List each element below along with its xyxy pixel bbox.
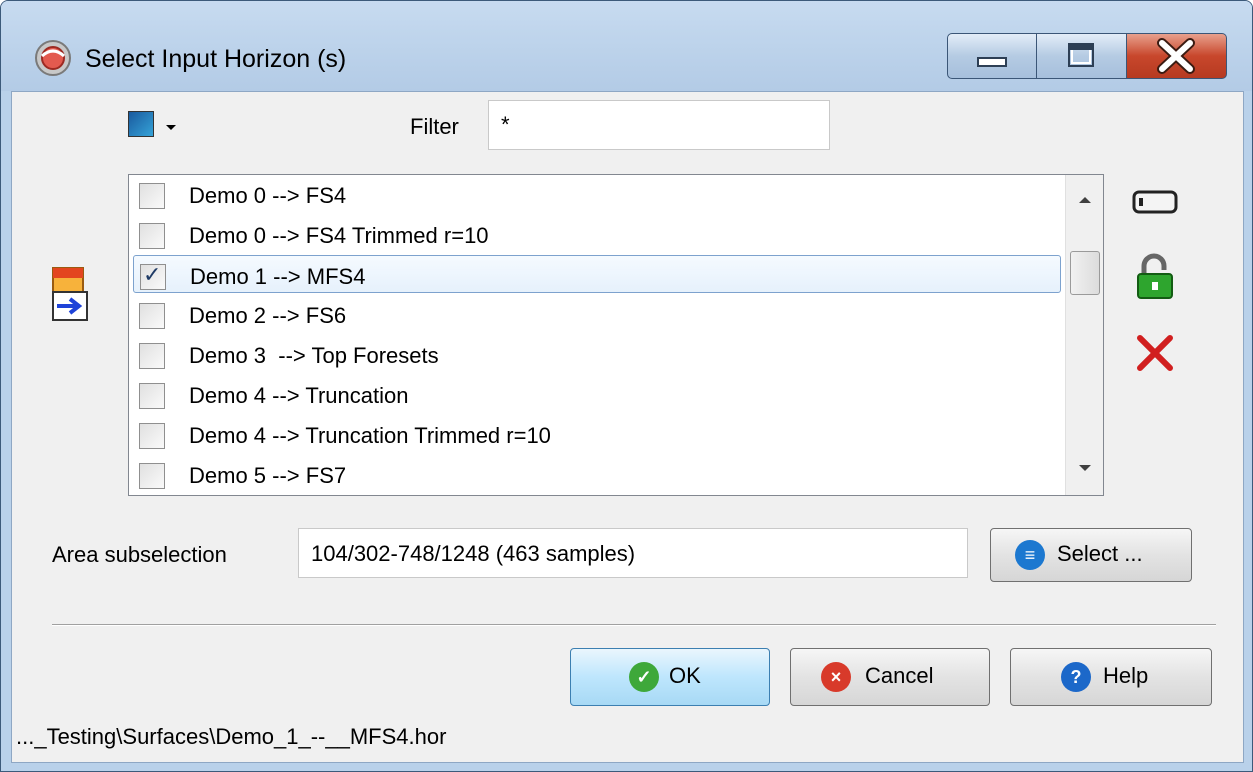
horizon-list[interactable]: Demo 0 --> FS4 Demo 0 --> FS4 Trimmed r=… (128, 174, 1104, 496)
list-item[interactable]: Demo 5 --> FS7 (133, 455, 1061, 493)
color-picker-button[interactable] (126, 107, 186, 141)
area-subselection-label: Area subselection (52, 542, 227, 567)
item-checkbox[interactable] (139, 343, 165, 369)
list-item-label: Demo 0 --> FS4 (189, 183, 347, 208)
list-item[interactable]: Demo 3 --> Top Foresets (133, 335, 1061, 373)
scroll-up-icon[interactable] (1079, 197, 1091, 203)
vertical-scrollbar[interactable] (1065, 175, 1103, 495)
cancel-button[interactable]: × Cancel (790, 648, 990, 706)
title-bar: Select Input Horizon (s) (1, 1, 1252, 91)
dropdown-arrow-icon (166, 125, 176, 130)
item-checkbox[interactable] (139, 223, 165, 249)
list-item-label: Demo 0 --> FS4 Trimmed r=10 (189, 223, 489, 248)
select-area-button[interactable]: ≡ Select ... (990, 528, 1192, 582)
area-subselection-field[interactable]: 104/302-748/1248 (463 samples) (298, 528, 968, 578)
item-checkbox[interactable] (139, 383, 165, 409)
item-checkbox[interactable] (139, 303, 165, 329)
select-area-label: Select ... (1057, 541, 1143, 566)
cancel-label: Cancel (865, 663, 934, 688)
ok-button[interactable]: ✓ OK (570, 648, 770, 706)
cancel-x-icon: × (821, 662, 851, 692)
list-item[interactable]: Demo 0 --> FS4 Trimmed r=10 (133, 215, 1061, 253)
ok-check-icon: ✓ (629, 662, 659, 692)
item-checkbox[interactable] (139, 423, 165, 449)
filter-label: Filter (410, 114, 459, 139)
maximize-button[interactable] (1037, 33, 1127, 79)
help-question-icon: ? (1061, 662, 1091, 692)
check-icon: ✓ (143, 262, 162, 287)
dialog-client-area: Filter Demo 0 --> FS4 Demo 0 --> FS4 Tri… (11, 91, 1244, 763)
import-horizon-icon[interactable] (52, 262, 88, 322)
select-all-icon[interactable] (1130, 178, 1180, 228)
scroll-thumb[interactable] (1070, 251, 1100, 295)
window-title: Select Input Horizon (s) (85, 45, 347, 73)
help-button[interactable]: ? Help (1010, 648, 1212, 706)
unlock-icon[interactable] (1130, 252, 1180, 302)
list-item-label: Demo 2 --> FS6 (189, 303, 347, 328)
minimize-button[interactable] (947, 33, 1037, 79)
list-item-label: Demo 4 --> Truncation (189, 383, 409, 408)
help-label: Help (1103, 663, 1149, 688)
list-item[interactable]: Demo 0 --> FS4 (133, 175, 1061, 213)
list-item-label: Demo 5 --> FS7 (189, 463, 347, 488)
status-path: ..._Testing\Surfaces\Demo_1_--__MFS4.hor (16, 724, 447, 749)
ok-label: OK (669, 663, 701, 688)
list-item[interactable]: Demo 4 --> Truncation (133, 375, 1061, 413)
color-swatch (128, 111, 154, 137)
list-item[interactable]: Demo 2 --> FS6 (133, 295, 1061, 333)
close-button[interactable] (1127, 33, 1227, 79)
list-item-selected[interactable]: ✓ Demo 1 --> MFS4 (133, 255, 1061, 293)
item-checkbox[interactable] (139, 183, 165, 209)
minimize-icon (977, 57, 1007, 67)
maximize-icon (1068, 43, 1094, 67)
list-icon: ≡ (1015, 540, 1045, 570)
list-item-label: Demo 1 --> MFS4 (190, 264, 366, 289)
list-item[interactable]: Demo 4 --> Truncation Trimmed r=10 (133, 415, 1061, 453)
close-icon (1157, 38, 1195, 74)
separator-line (52, 624, 1216, 626)
remove-icon[interactable] (1130, 328, 1180, 378)
item-checkbox[interactable] (139, 463, 165, 489)
list-item-label: Demo 3 --> Top Foresets (189, 343, 439, 368)
item-checkbox[interactable]: ✓ (140, 262, 166, 290)
list-item-label: Demo 4 --> Truncation Trimmed r=10 (189, 423, 551, 448)
filter-input[interactable] (488, 100, 830, 150)
app-icon (35, 40, 71, 76)
dialog-window: Select Input Horizon (s) Filter * Demo 0… (0, 0, 1253, 772)
scroll-down-icon[interactable] (1079, 465, 1091, 471)
